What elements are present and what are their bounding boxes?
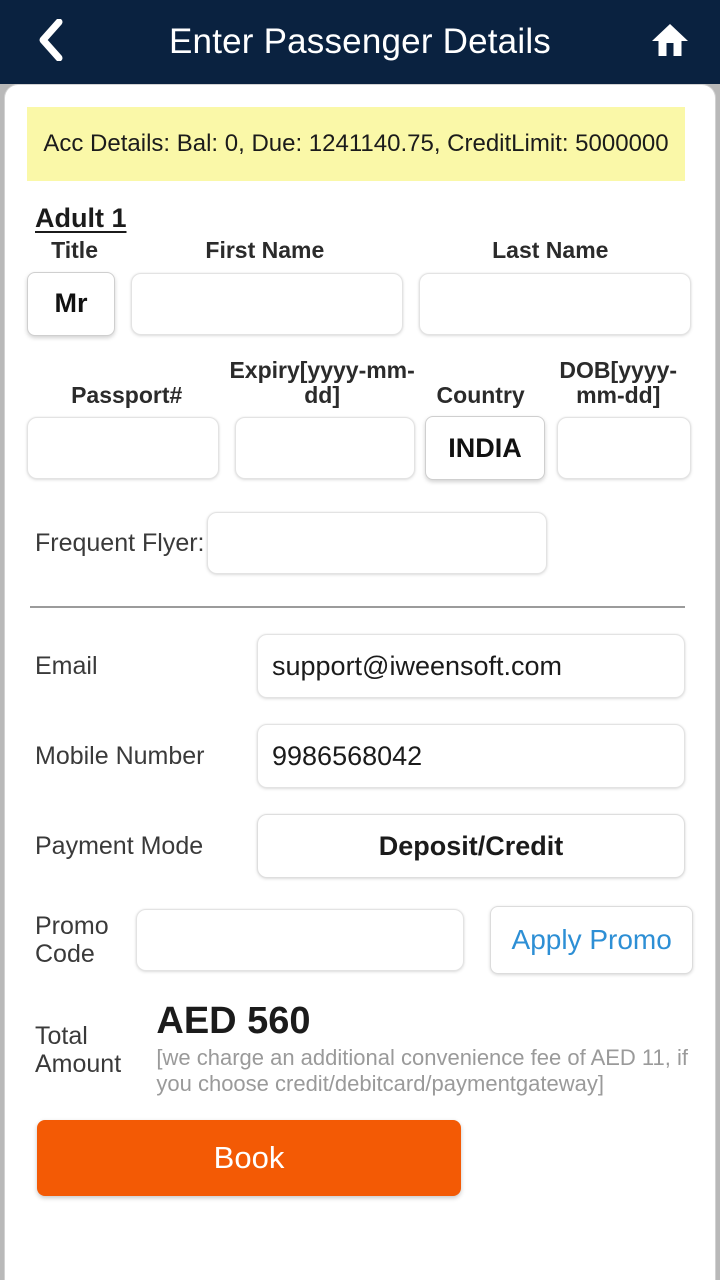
label-frequent-flyer: Frequent Flyer: (35, 528, 205, 557)
account-details-banner: Acc Details: Bal: 0, Due: 1241140.75, Cr… (27, 107, 685, 181)
home-button[interactable] (646, 18, 694, 66)
country-dropdown[interactable]: INDIA (425, 416, 545, 481)
mobile-number-input[interactable]: 9986568042 (257, 724, 685, 789)
last-name-input[interactable] (419, 272, 691, 335)
passenger-section: Adult 1 Title First Name Last Name Mr Pa… (5, 181, 715, 575)
total-amount-row: Total Amount AED 560 [we charge an addit… (27, 1000, 693, 1097)
mobile-row: Mobile Number 9986568042 (27, 724, 693, 789)
payment-mode-dropdown[interactable]: Deposit/Credit (257, 814, 685, 879)
name-field-row: Mr (27, 271, 693, 336)
first-name-input[interactable] (131, 272, 403, 335)
title-dropdown[interactable]: Mr (27, 271, 115, 336)
home-icon (650, 22, 690, 63)
payment-mode-row: Payment Mode Deposit/Credit (27, 814, 693, 879)
contact-section: Email support@iweensoft.com Mobile Numbe… (5, 634, 715, 1196)
chevron-left-icon (37, 18, 63, 66)
label-expiry: Expiry[yyyy-mm-dd] (229, 356, 415, 408)
app-bar: Enter Passenger Details (0, 0, 720, 84)
label-title: Title (51, 237, 98, 263)
email-input[interactable]: support@iweensoft.com (257, 634, 685, 699)
passport-label-row: Passport# Expiry[yyyy-mm-dd] Country DOB… (27, 356, 693, 408)
apply-promo-button[interactable]: Apply Promo (490, 906, 694, 975)
passport-field-row: INDIA (27, 416, 693, 481)
dob-input[interactable] (557, 417, 691, 480)
label-country: Country (436, 381, 525, 408)
name-label-row: Title First Name Last Name (27, 238, 693, 263)
passport-input[interactable] (27, 417, 219, 480)
label-email: Email (35, 651, 98, 680)
promo-row: Promo Code Apply Promo (27, 906, 694, 975)
label-payment-mode: Payment Mode (35, 831, 204, 860)
label-promo-code: Promo Code (35, 912, 109, 969)
label-dob: DOB[yyyy-mm-dd] (559, 356, 678, 408)
label-mobile-number: Mobile Number (35, 741, 205, 770)
label-last-name: Last Name (492, 237, 609, 263)
adult-group-label: Adult 1 (35, 203, 127, 233)
book-button[interactable]: Book (37, 1119, 461, 1196)
content-card: Acc Details: Bal: 0, Due: 1241140.75, Cr… (4, 84, 716, 1280)
expiry-input[interactable] (235, 417, 415, 480)
email-row: Email support@iweensoft.com (27, 634, 693, 699)
total-amount-value: AED 560 (156, 1000, 311, 1043)
label-passport: Passport# (71, 381, 183, 408)
convenience-fee-note: [we charge an additional convenience fee… (156, 1045, 688, 1097)
total-amount-group: AED 560 [we charge an additional conveni… (156, 1000, 693, 1097)
frequent-flyer-input[interactable] (207, 512, 547, 575)
page-title: Enter Passenger Details (168, 22, 551, 61)
section-divider (30, 606, 685, 609)
label-total-amount: Total Amount (35, 1022, 122, 1079)
label-first-name: First Name (205, 237, 325, 263)
frequent-flyer-row: Frequent Flyer: (27, 512, 693, 575)
promo-code-input[interactable] (136, 909, 465, 972)
back-button[interactable] (26, 18, 74, 66)
